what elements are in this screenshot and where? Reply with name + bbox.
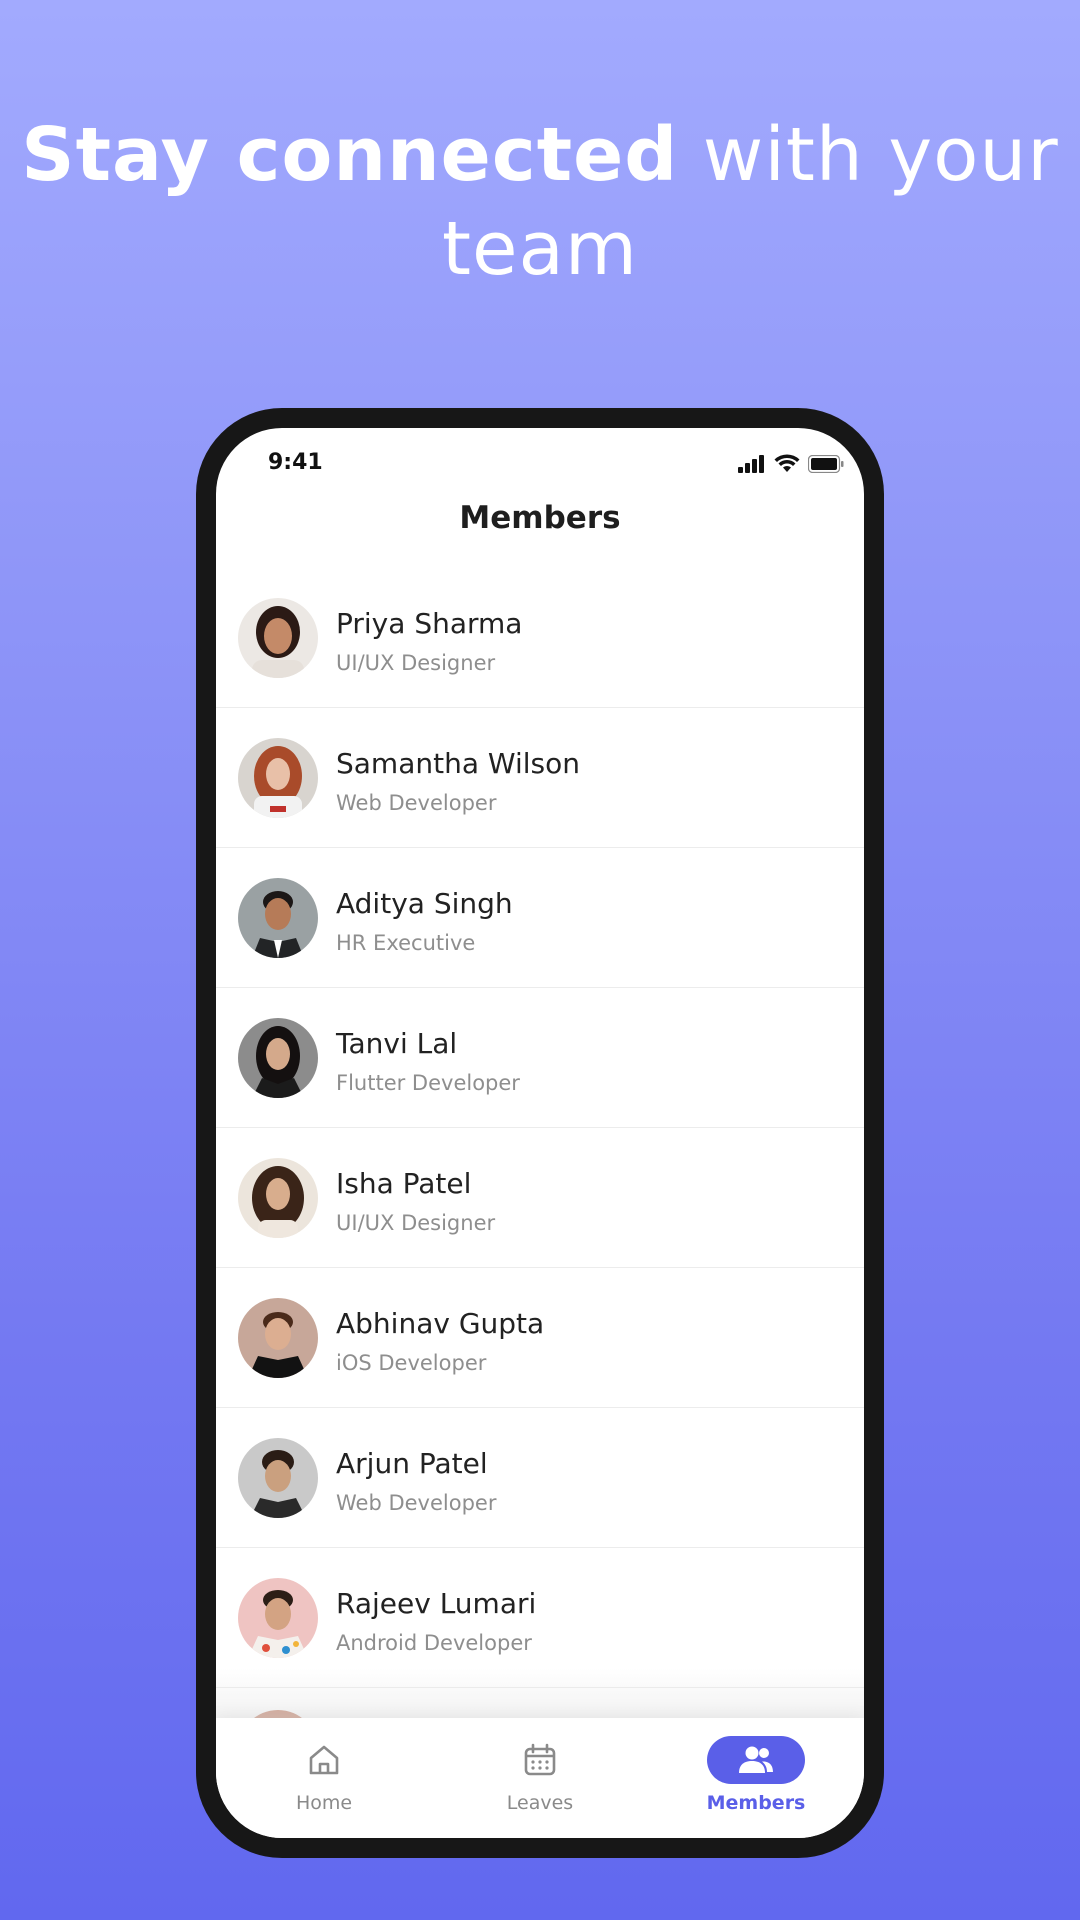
avatar — [238, 1438, 318, 1518]
member-role: UI/UX Designer — [336, 651, 496, 675]
member-name: Isha Patel — [336, 1167, 472, 1200]
tab-home[interactable]: Home — [216, 1718, 432, 1838]
member-role: Android Developer — [336, 1631, 532, 1655]
tab-label: Members — [706, 1792, 806, 1814]
tab-members[interactable]: Members — [648, 1718, 864, 1838]
member-row[interactable]: Isha Patel UI/UX Designer — [216, 1128, 864, 1268]
phone-frame: 9:41 Members Priya Sharma UI/UX Designer… — [196, 408, 884, 1858]
status-time: 9:41 — [268, 450, 323, 475]
member-role: HR Executive — [336, 931, 476, 955]
member-role: Web Developer — [336, 1491, 497, 1515]
member-row[interactable]: Arjun Patel Web Developer — [216, 1408, 864, 1548]
member-name: Abhinav Gupta — [336, 1307, 545, 1340]
member-row[interactable]: Rajeev Lumari Android Developer — [216, 1548, 864, 1688]
status-bar: 9:41 — [216, 428, 864, 492]
member-row[interactable]: Samantha Wilson Web Developer — [216, 708, 864, 848]
calendar-icon — [491, 1736, 589, 1784]
avatar — [238, 878, 318, 958]
member-role: UI/UX Designer — [336, 1211, 496, 1235]
member-name: Priya Sharma — [336, 607, 523, 640]
battery-icon — [807, 454, 844, 477]
avatar — [238, 598, 318, 678]
member-row[interactable]: Tanvi Lal Flutter Developer — [216, 988, 864, 1128]
phone-screen: 9:41 Members Priya Sharma UI/UX Designer… — [216, 428, 864, 1838]
people-icon — [707, 1736, 805, 1784]
member-name: Aditya Singh — [336, 887, 513, 920]
tab-label: Leaves — [506, 1792, 574, 1814]
member-name: Tanvi Lal — [336, 1027, 458, 1060]
member-row[interactable]: Aditya Singh HR Executive — [216, 848, 864, 988]
member-name: Arjun Patel — [336, 1447, 488, 1480]
avatar — [238, 1018, 318, 1098]
list-fade — [216, 1668, 864, 1724]
avatar — [238, 1298, 318, 1378]
member-name: Rajeev Lumari — [336, 1587, 537, 1620]
home-icon — [275, 1736, 373, 1784]
member-role: Web Developer — [336, 791, 497, 815]
member-row[interactable]: Priya Sharma UI/UX Designer — [216, 568, 864, 708]
member-role: Flutter Developer — [336, 1071, 520, 1095]
page-title: Members — [459, 500, 621, 536]
avatar — [238, 1158, 318, 1238]
member-name: Samantha Wilson — [336, 747, 580, 780]
headline-bold: Stay connected — [21, 112, 679, 198]
status-icons — [738, 454, 844, 478]
signal-icon — [738, 455, 766, 477]
bottom-tab-bar: Home Leaves Members — [216, 1718, 864, 1838]
member-list: Priya Sharma UI/UX Designer Samantha Wil… — [216, 568, 864, 1688]
member-role: iOS Developer — [336, 1351, 487, 1375]
avatar — [238, 738, 318, 818]
wifi-icon — [774, 454, 800, 478]
headline: Stay connected with your team — [0, 108, 1080, 296]
avatar — [238, 1578, 318, 1658]
tab-leaves[interactable]: Leaves — [432, 1718, 648, 1838]
member-row[interactable]: Abhinav Gupta iOS Developer — [216, 1268, 864, 1408]
tab-label: Home — [295, 1792, 353, 1814]
